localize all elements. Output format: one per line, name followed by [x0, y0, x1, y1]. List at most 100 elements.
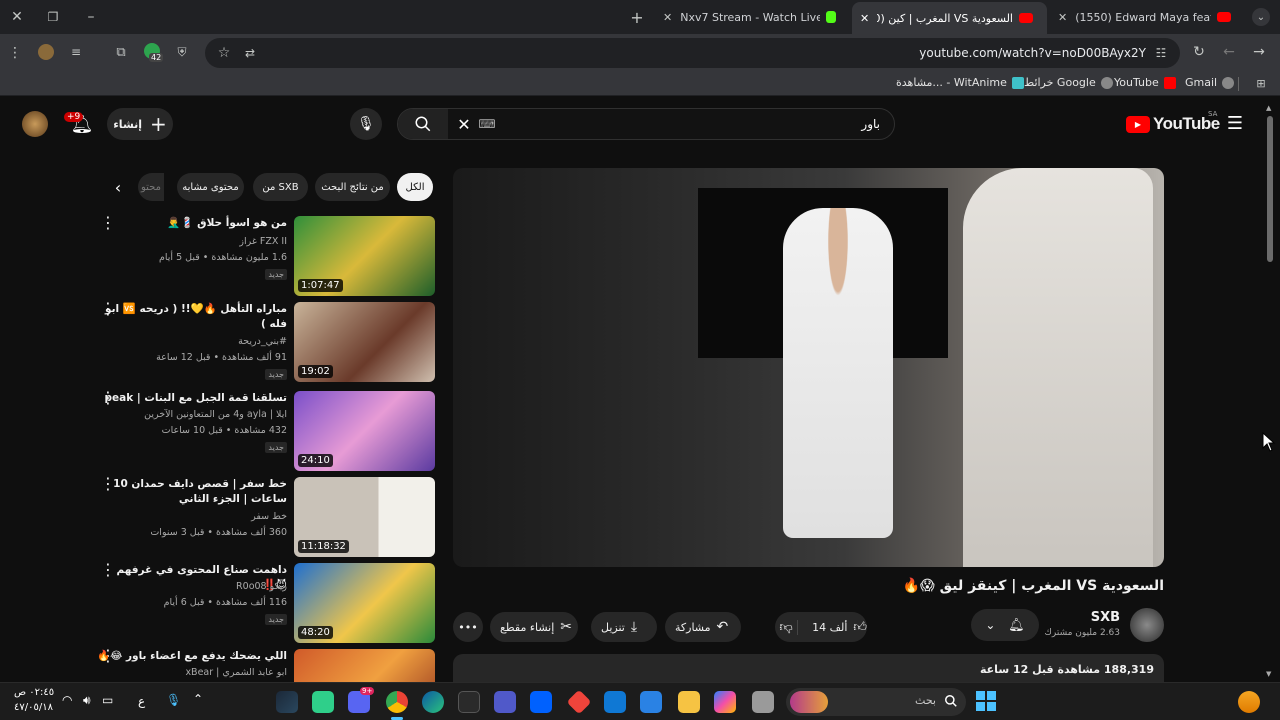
video-thumbnail[interactable]: 48:20	[294, 563, 435, 643]
subscribed-button[interactable]: ⌄ 🔔︎	[971, 609, 1039, 641]
video-thumbnail[interactable]: 11:18:32	[294, 477, 435, 557]
extension-avatar-icon[interactable]	[38, 44, 54, 60]
channel-name[interactable]: #بني_دريحة	[97, 336, 287, 347]
avatar[interactable]	[22, 111, 48, 137]
bookmark-star-icon[interactable]: ☆	[215, 44, 233, 62]
download-button[interactable]: تنزيل ⤓	[591, 612, 657, 642]
channel-name[interactable]: FZX II غراز	[97, 236, 287, 247]
dropbox-icon[interactable]	[530, 691, 552, 713]
file-explorer-icon[interactable]	[678, 691, 700, 713]
tab-youtube-music[interactable]: ✕ (1550) Edward Maya feat. Vika	[1050, 4, 1245, 30]
chip-related-partial[interactable]: محتو	[138, 173, 164, 201]
address-bar[interactable]: ☆ ⇄ youtube.com/watch?v=noD00BAyx2Y ☷	[205, 38, 1180, 68]
back-icon[interactable]: →	[1251, 44, 1267, 60]
bookmark-youtube[interactable]: YouTube	[1114, 76, 1176, 89]
scroll-down-arrow-icon[interactable]: ▼	[1266, 670, 1271, 678]
bookmark-google-maps[interactable]: خرائط Google	[1024, 76, 1113, 89]
taskbar-search-box[interactable]: بحث	[786, 688, 966, 716]
video-thumbnail[interactable]: 19:02	[294, 302, 435, 382]
video-player[interactable]	[453, 168, 1164, 567]
extensions-puzzle-icon[interactable]: ⧉	[113, 44, 129, 60]
restore-window-icon[interactable]: ❐	[44, 8, 62, 26]
video-thumbnail[interactable]: 1:07:47	[294, 216, 435, 296]
start-windows-icon[interactable]	[976, 691, 996, 711]
shield-icon[interactable]: ⛨	[174, 44, 190, 60]
chrome-icon[interactable]	[386, 691, 408, 713]
hamburger-menu-icon[interactable]: ☰	[1224, 112, 1246, 134]
video-title[interactable]: خط سفر | قصص دايف حمدان 10 ساعات | الجزء…	[97, 477, 287, 507]
close-tab-icon[interactable]: ✕	[663, 11, 672, 24]
video-title[interactable]: تسلقنا قمة الجبل مع البنات | peak	[97, 391, 287, 406]
mic-tray-icon[interactable]: 🎙︎	[166, 693, 181, 707]
apps-grid-icon[interactable]: ⊞	[1254, 76, 1268, 90]
chips-scroll-arrow-icon[interactable]: ‹	[107, 176, 129, 198]
chip-from-search[interactable]: من نتائج البحث	[315, 173, 390, 201]
video-thumbnail[interactable]: 24:10	[294, 391, 435, 471]
install-app-icon[interactable]: ⇄	[241, 44, 259, 62]
url-text[interactable]: youtube.com/watch?v=noD00BAyx2Y	[919, 46, 1146, 60]
video-thumbnail[interactable]	[294, 649, 435, 682]
new-tab-icon[interactable]: +	[628, 8, 646, 27]
forward-icon[interactable]: ←	[1221, 44, 1237, 60]
app-window-icon[interactable]	[752, 691, 774, 713]
list-item[interactable]: ⋮ خط سفر | قصص دايف حمدان 10 ساعات | الج…	[90, 476, 435, 559]
list-item[interactable]: ⋮ اللي يضحك يدفع مع اعضاء باور 😂🔥 ابو عا…	[90, 648, 435, 682]
app-green-icon[interactable]	[312, 691, 334, 713]
close-tab-icon[interactable]: ✕	[1058, 11, 1067, 24]
bookmark-gmail[interactable]: Gmail	[1185, 76, 1235, 89]
bookmark-witanime[interactable]: مشاهدة... - WitAnime	[896, 76, 1024, 89]
page-scrollbar[interactable]: ▲ ▼	[1266, 104, 1274, 678]
chip-from-sxb[interactable]: من SXB	[253, 173, 308, 201]
video-title[interactable]: مباراه التأهل 🔥💛!! ( دريحه 🆚 ابو فله )	[97, 302, 287, 332]
like-count[interactable]: 14 ألف	[812, 621, 847, 634]
search-input[interactable]	[500, 114, 880, 134]
description-box[interactable]: 188,319 مشاهدة قبل 12 ساعة	[453, 654, 1164, 682]
widgets-icon[interactable]	[1238, 691, 1260, 713]
share-button[interactable]: مشاركة ↶	[665, 612, 741, 642]
teams-icon[interactable]	[494, 691, 516, 713]
voice-search-mic-icon[interactable]: 🎙︎	[350, 108, 382, 140]
channel-name[interactable]: ابو عابد الشمري | xBear	[97, 667, 287, 678]
create-button[interactable]: إنشاء +	[107, 108, 173, 140]
video-title[interactable]: من هو اسوأ حلاق 💈🤦‍♂️	[97, 216, 287, 231]
volume-icon[interactable]: 🔊︎	[83, 693, 91, 708]
tab-search-icon[interactable]: ⌄	[1252, 8, 1270, 26]
outlook-icon[interactable]	[604, 691, 626, 713]
battery-icon[interactable]: ▭	[102, 693, 113, 707]
minimize-window-icon[interactable]: –	[82, 8, 100, 26]
list-item[interactable]: ⋮ مباراه التأهل 🔥💛!! ( دريحه 🆚 ابو فله )…	[90, 301, 435, 384]
more-actions-button[interactable]: •••	[453, 612, 483, 642]
channel-name[interactable]: خط سفر	[97, 511, 287, 522]
store-icon[interactable]	[640, 691, 662, 713]
list-item[interactable]: ⋮ داهمت صناع المحتوى في غرفهم 😈‼️ ريكو R…	[90, 562, 435, 645]
copilot-icon[interactable]	[714, 691, 736, 713]
clock-date[interactable]: ٤٧/٠٥/١٨	[14, 702, 53, 713]
tray-overflow-chevron-icon[interactable]: ⌃	[193, 692, 203, 706]
epic-games-icon[interactable]	[458, 691, 480, 713]
list-item[interactable]: ⋮ تسلقنا قمة الجبل مع البنات | peak ايلا…	[90, 390, 435, 473]
tab-youtube-active[interactable]: ✕ السعودية VS المغرب | كين (1550)	[852, 2, 1047, 34]
scroll-up-arrow-icon[interactable]: ▲	[1266, 104, 1271, 112]
reading-list-icon[interactable]: ≡	[68, 44, 84, 60]
reload-icon[interactable]: ↻	[1191, 44, 1207, 60]
video-title[interactable]: اللي يضحك يدفع مع اعضاء باور 😂🔥	[97, 649, 287, 664]
search-button[interactable]	[398, 109, 448, 139]
tab-kick-stream[interactable]: ✕ Nxv7 Stream - Watch Live on Ki	[655, 4, 850, 30]
youtube-logo[interactable]: ▶ YouTube	[1126, 114, 1220, 134]
edge-icon[interactable]	[422, 691, 444, 713]
close-tab-icon[interactable]: ✕	[860, 12, 869, 25]
chip-all[interactable]: الكل	[397, 173, 433, 201]
list-item[interactable]: ⋮ من هو اسوأ حلاق 💈🤦‍♂️ FZX II غراز 1.6 …	[90, 215, 435, 298]
steam-icon[interactable]	[276, 691, 298, 713]
anydesk-icon[interactable]	[566, 689, 592, 715]
site-settings-icon[interactable]: ☷	[1152, 44, 1170, 62]
clear-search-icon[interactable]: ✕	[454, 114, 474, 134]
input-language[interactable]: ع	[138, 694, 145, 708]
clock-time[interactable]: ٠٢:٤٥ ص	[14, 687, 54, 698]
channel-name[interactable]: ريكو R0o08	[97, 581, 287, 592]
like-thumb-icon[interactable]: 👍︎	[853, 620, 867, 635]
close-window-icon[interactable]: ✕	[8, 8, 26, 26]
chip-similar-content[interactable]: محتوى مشابه	[177, 173, 244, 201]
dislike-button[interactable]: 👎︎	[775, 619, 799, 635]
wifi-icon[interactable]: ◠	[62, 693, 72, 707]
